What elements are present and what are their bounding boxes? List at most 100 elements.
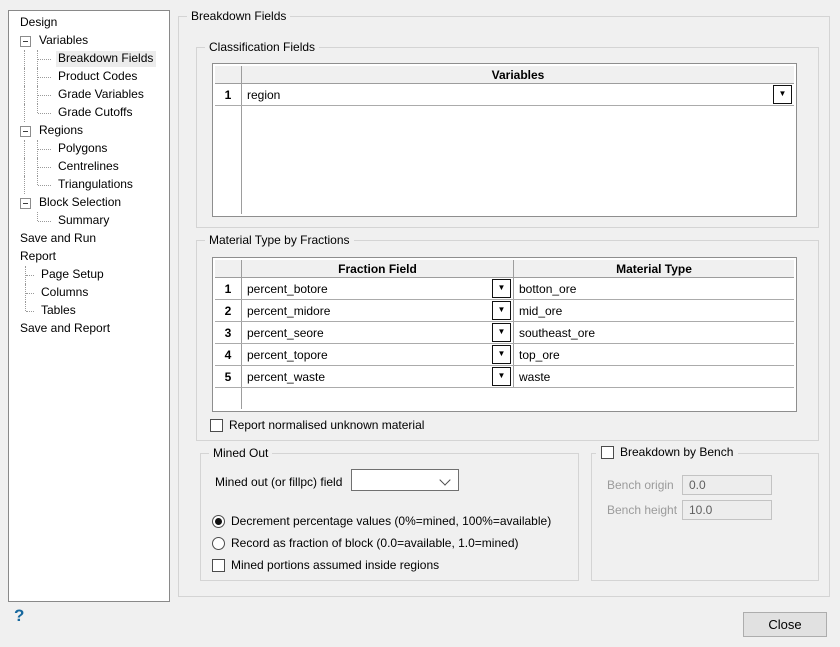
classification-fields-group: Classification Fields Variables 1region▼	[196, 47, 819, 228]
bench-origin-label: Bench origin	[607, 478, 674, 492]
tree-item-triangulations[interactable]: Triangulations	[9, 176, 169, 194]
fraction-field-cell[interactable]: percent_midore▼	[242, 300, 514, 321]
tree-collapse-minus-icon[interactable]	[20, 36, 31, 47]
bench-height-field: 10.0	[682, 500, 772, 520]
classification-fields-group-title: Classification Fields	[205, 40, 319, 55]
mined-out-option-record-as-fraction: Record as fraction of block (0.0=availab…	[212, 536, 519, 550]
fraction-field-cell[interactable]: percent_seore▼	[242, 322, 514, 343]
material-type-cell[interactable]: waste	[514, 366, 794, 387]
tree-item-design[interactable]: Design	[9, 14, 169, 32]
tree-item-polygons[interactable]: Polygons	[9, 140, 169, 158]
fraction-field-cell[interactable]: percent_botore▼	[242, 278, 514, 299]
row-number-cell[interactable]: 2	[215, 300, 242, 321]
row-number-cell[interactable]: 4	[215, 344, 242, 365]
close-button[interactable]: Close	[743, 612, 827, 637]
tree-item-label: Block Selection	[37, 195, 124, 211]
tree-item-label: Centrelines	[56, 159, 122, 175]
fractions-table-header: Fraction Field Material Type	[215, 260, 794, 278]
breakdown-by-bench-label: Breakdown by Bench	[620, 445, 733, 459]
tree-guide-line	[24, 176, 25, 194]
tree-item-columns[interactable]: Columns	[9, 284, 169, 302]
tree-connector-icon	[25, 284, 37, 302]
cell-dropdown-button[interactable]: ▼	[492, 345, 511, 364]
tree-item-label: Tables	[39, 303, 79, 319]
record-as-fraction-radio[interactable]	[212, 537, 225, 550]
row-number-cell[interactable]: 3	[215, 322, 242, 343]
fractions-table-row: 4percent_topore▼top_ore	[215, 344, 794, 366]
tree-item-block-selection[interactable]: Block Selection	[9, 194, 169, 212]
tree-item-variables[interactable]: Variables	[9, 32, 169, 50]
material-type-cell[interactable]: southeast_ore	[514, 322, 794, 343]
material-type-group-title: Material Type by Fractions	[205, 233, 354, 248]
cell-dropdown-button[interactable]: ▼	[492, 323, 511, 342]
variable-cell[interactable]: region▼	[242, 84, 794, 105]
tree-item-tables[interactable]: Tables	[9, 302, 169, 320]
cell-dropdown-button[interactable]: ▼	[773, 85, 792, 104]
tree-item-label: Breakdown Fields	[56, 51, 156, 67]
material-type-cell[interactable]: botton_ore	[514, 278, 794, 299]
mined-portions-row: Mined portions assumed inside regions	[212, 558, 439, 572]
material-type-column-header: Material Type	[514, 260, 794, 277]
tree-item-label: Save and Run	[18, 231, 99, 247]
variables-table-row: 1region▼	[215, 84, 794, 106]
tree-item-grade-variables[interactable]: Grade Variables	[9, 86, 169, 104]
tree-connector-icon	[37, 50, 54, 68]
breakdown-by-bench-checkbox[interactable]	[601, 446, 614, 459]
tree-item-label: Triangulations	[56, 177, 136, 193]
material-type-cell[interactable]: top_ore	[514, 344, 794, 365]
breakdown-by-bench-group: Breakdown by Bench Bench origin 0.0 Benc…	[591, 453, 819, 581]
report-normalised-checkbox[interactable]	[210, 419, 223, 432]
bench-origin-field: 0.0	[682, 475, 772, 495]
tree-collapse-minus-icon[interactable]	[20, 126, 31, 137]
tree-item-label: Regions	[37, 123, 86, 139]
cell-dropdown-button[interactable]: ▼	[492, 367, 511, 386]
tree-item-save-and-run[interactable]: Save and Run	[9, 230, 169, 248]
tree-guide-line	[24, 68, 25, 86]
variables-table-empty-area	[215, 106, 794, 214]
tree-item-label: Product Codes	[56, 69, 140, 85]
tree-item-save-and-report[interactable]: Save and Report	[9, 320, 169, 338]
decrement-percentage-radio[interactable]	[212, 515, 225, 528]
fractions-table-row: 1percent_botore▼botton_ore	[215, 278, 794, 300]
tree-item-label: Grade Variables	[56, 87, 147, 103]
mined-out-field-combobox[interactable]	[351, 469, 459, 491]
fraction-field-cell[interactable]: percent_topore▼	[242, 344, 514, 365]
mined-portions-checkbox[interactable]	[212, 559, 225, 572]
tree-item-product-codes[interactable]: Product Codes	[9, 68, 169, 86]
mined-out-group-title: Mined Out	[209, 446, 272, 461]
material-type-cell[interactable]: mid_ore	[514, 300, 794, 321]
tree-item-label: Design	[18, 15, 60, 31]
bench-height-label: Bench height	[607, 503, 677, 517]
tree-item-breakdown-fields[interactable]: Breakdown Fields	[9, 50, 169, 68]
tree-connector-icon	[25, 266, 37, 284]
tree-item-centrelines[interactable]: Centrelines	[9, 158, 169, 176]
cell-dropdown-button[interactable]: ▼	[492, 279, 511, 298]
mined-out-option-decrement-percentage: Decrement percentage values (0%=mined, 1…	[212, 514, 551, 528]
tree-connector-icon	[25, 302, 37, 320]
help-button[interactable]: ?	[14, 606, 24, 626]
tree-item-label: Page Setup	[39, 267, 107, 283]
tree-connector-icon	[37, 212, 54, 230]
mined-out-field-label: Mined out (or fillpc) field	[215, 474, 342, 490]
tree-connector-icon	[37, 176, 54, 194]
fraction-field-cell[interactable]: percent_waste▼	[242, 366, 514, 387]
row-number-cell[interactable]: 1	[215, 278, 242, 299]
tree-item-summary[interactable]: Summary	[9, 212, 169, 230]
tree-collapse-minus-icon[interactable]	[20, 198, 31, 209]
design-tree: DesignVariablesBreakdown Fields Product C…	[8, 10, 170, 602]
tree-item-grade-cutoffs[interactable]: Grade Cutoffs	[9, 104, 169, 122]
tree-guide-line	[24, 86, 25, 104]
tree-item-page-setup[interactable]: Page Setup	[9, 266, 169, 284]
fractions-table-row: 3percent_seore▼southeast_ore	[215, 322, 794, 344]
tree-item-label: Grade Cutoffs	[56, 105, 135, 121]
row-number-cell[interactable]: 5	[215, 366, 242, 387]
row-number-cell[interactable]: 1	[215, 84, 242, 105]
tree-item-regions[interactable]: Regions	[9, 122, 169, 140]
tree-connector-icon	[37, 68, 54, 86]
tree-item-report[interactable]: Report	[9, 248, 169, 266]
cell-dropdown-button[interactable]: ▼	[492, 301, 511, 320]
fractions-table-body: 1percent_botore▼botton_ore2percent_midor…	[215, 278, 794, 388]
tree-item-label: Summary	[56, 213, 112, 229]
chevron-down-icon	[439, 474, 450, 485]
report-normalised-row: Report normalised unknown material	[210, 418, 424, 432]
